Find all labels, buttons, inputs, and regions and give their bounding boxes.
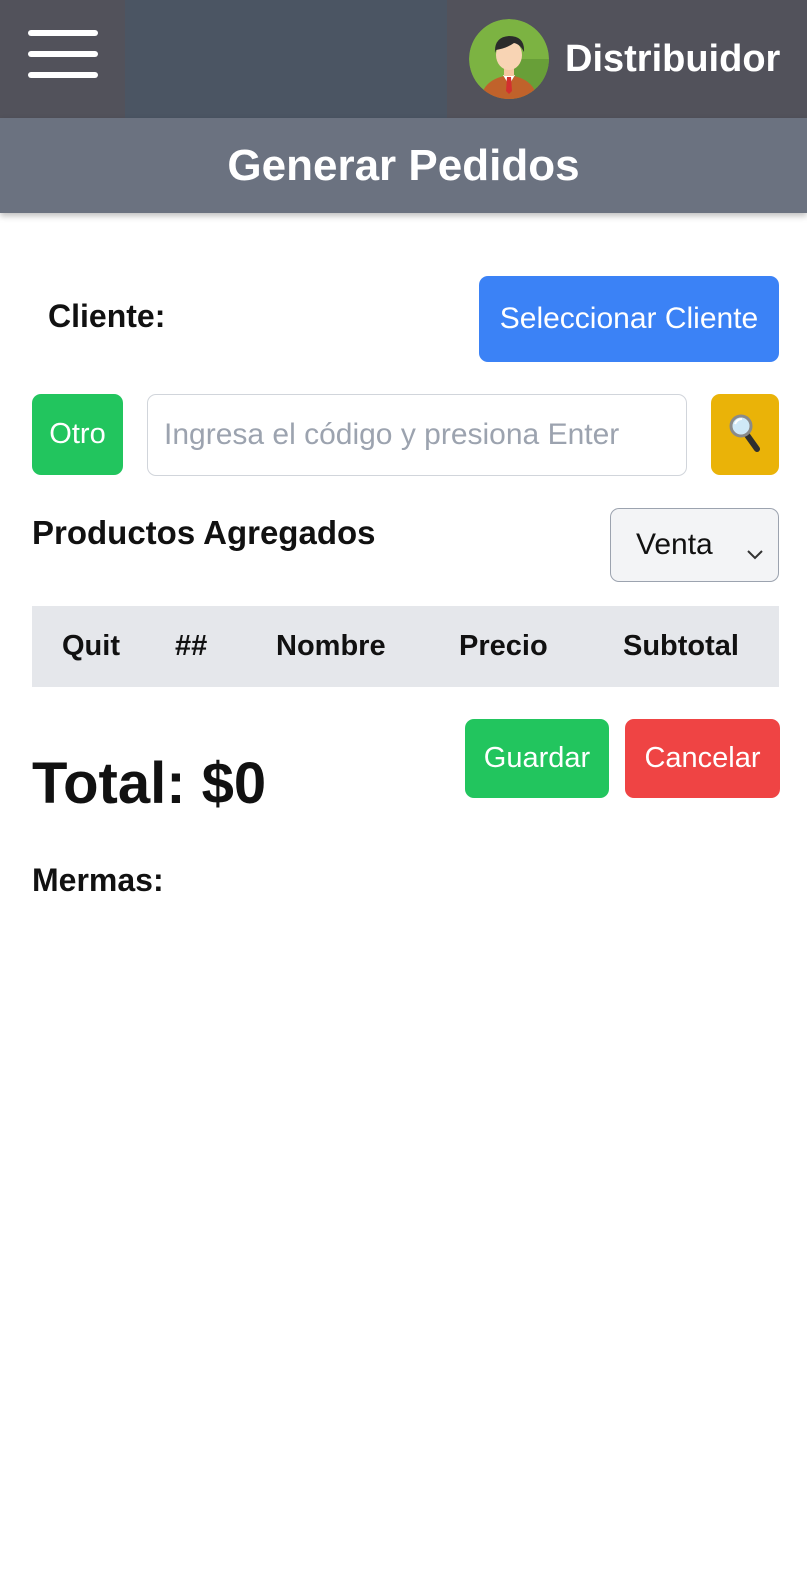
order-type-value: Venta [636,528,713,561]
other-button[interactable]: Otro [32,394,123,475]
save-button[interactable]: Guardar [465,719,609,798]
products-title: Productos Agregados [32,514,376,551]
cancel-button[interactable]: Cancelar [625,719,780,798]
products-table-header: Quit ## Nombre Precio Subtotal [32,606,779,687]
page-title: Generar Pedidos [227,140,580,190]
product-code-input[interactable] [147,394,687,476]
column-header: Quit [62,630,120,662]
magnifier-icon [728,413,762,456]
search-button[interactable] [711,394,779,475]
column-header: Precio [459,630,548,662]
column-header: Subtotal [623,630,739,662]
column-header: ## [175,630,208,662]
page-title-bar: Generar Pedidos [0,118,807,213]
user-role: Distribuidor [565,37,781,80]
menu-button[interactable] [0,0,125,118]
client-label: Cliente: [48,298,166,334]
header-spacer [125,0,447,118]
chevron-down-icon [746,535,764,569]
select-client-button[interactable]: Seleccionar Cliente [479,276,779,362]
mermas-label: Mermas: [32,862,164,898]
order-type-select[interactable]: Venta [610,508,779,582]
top-bar: Distribuidor [0,0,807,118]
order-total: Total: $0 [32,751,267,816]
user-info[interactable]: Distribuidor [447,0,807,118]
user-avatar-icon [469,19,549,99]
column-header: Nombre [276,630,386,662]
